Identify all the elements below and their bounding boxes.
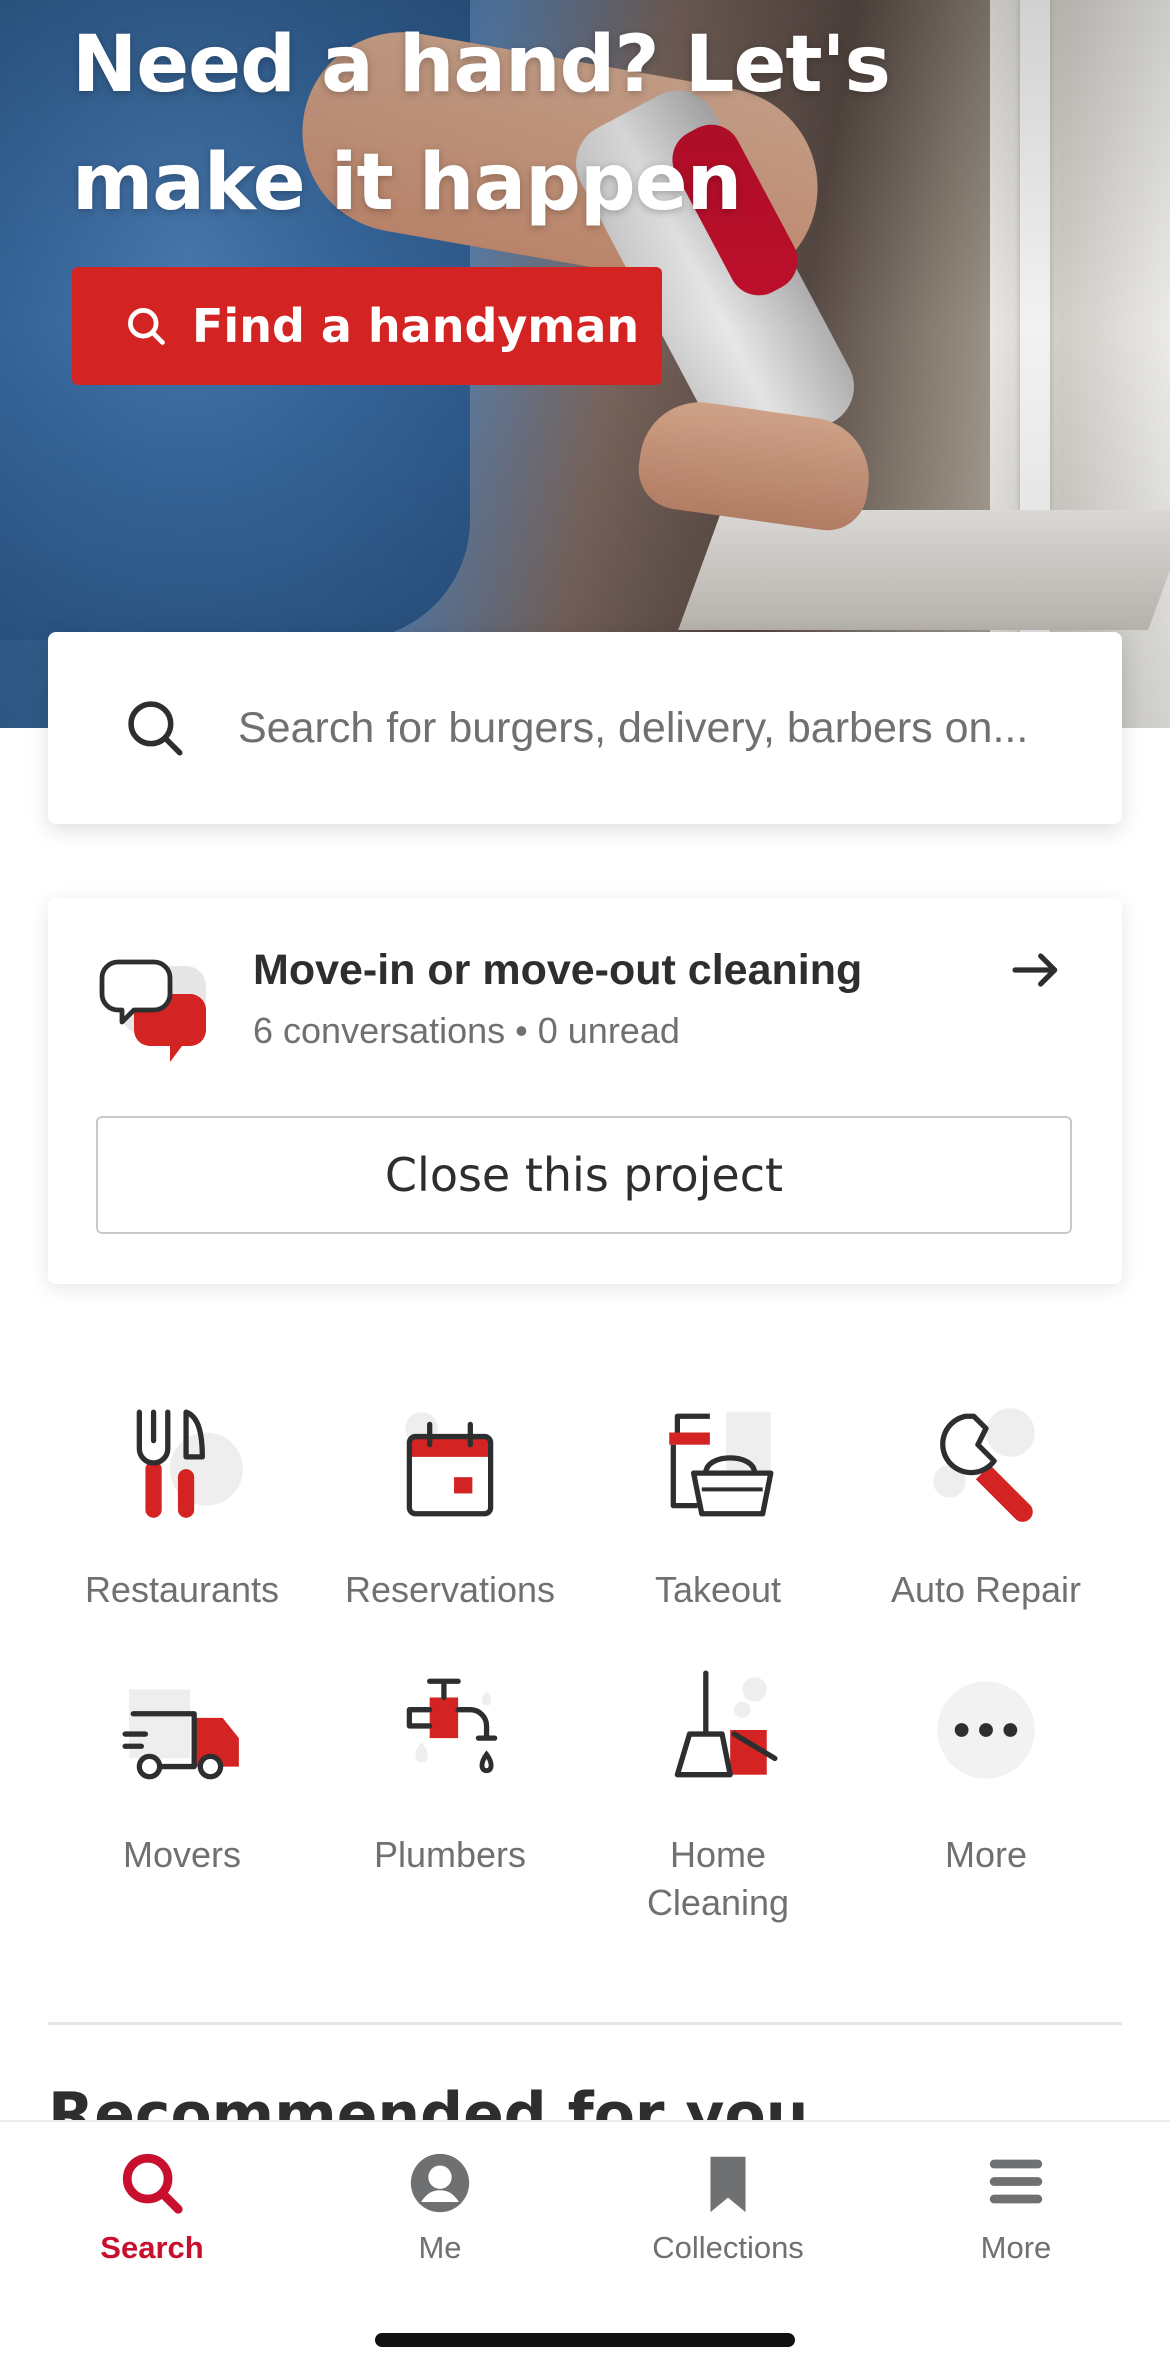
more-dots-icon: [937, 1681, 1035, 1779]
tab-more[interactable]: More: [886, 2148, 1146, 2266]
project-conversation-count: 6 conversations • 0 unread: [253, 1010, 680, 1051]
search-icon: [122, 2153, 183, 2214]
project-card[interactable]: Move-in or move-out cleaning 6 conversat…: [48, 898, 1122, 1284]
find-handyman-label: Find a handyman: [192, 299, 640, 353]
home-indicator: [375, 2333, 795, 2347]
menu-icon: [989, 2159, 1043, 2204]
project-title: Move-in or move-out cleaning: [253, 946, 863, 994]
category-auto-repair[interactable]: Auto Repair: [852, 1400, 1120, 1614]
tab-label: Search: [100, 2230, 204, 2265]
hero-title: Need a hand? Let's make it happen: [72, 20, 891, 228]
wrench-icon: [933, 1408, 1035, 1522]
section-divider: [48, 2022, 1122, 2025]
tab-collections[interactable]: Collections: [598, 2148, 858, 2266]
truck-icon: [122, 1689, 239, 1780]
category-restaurants[interactable]: Restaurants: [48, 1400, 316, 1614]
category-label: Movers: [122, 1834, 242, 1875]
conversation-bubbles-icon: [99, 959, 206, 1062]
takeout-basket-icon: [669, 1412, 774, 1517]
category-label: Home Cleaning: [646, 1834, 790, 1923]
tab-label: More: [980, 2230, 1052, 2265]
category-more[interactable]: More: [852, 1665, 1120, 1879]
category-label: Reservations: [344, 1569, 556, 1610]
faucet-icon: [406, 1678, 498, 1774]
close-project-button[interactable]: Close this project: [96, 1116, 1072, 1234]
calendar-icon: [405, 1412, 494, 1517]
find-handyman-button[interactable]: Find a handyman: [72, 267, 662, 385]
arrow-right-icon[interactable]: [1008, 942, 1064, 998]
category-label: Auto Repair: [890, 1569, 1082, 1610]
category-movers[interactable]: Movers: [48, 1665, 316, 1879]
profile-icon: [410, 2153, 470, 2213]
bookmark-icon: [710, 2156, 746, 2213]
category-plumbers[interactable]: Plumbers: [316, 1665, 584, 1879]
fork-knife-icon: [136, 1409, 243, 1518]
tab-label: Me: [418, 2230, 462, 2265]
category-home-cleaning[interactable]: Home Cleaning: [584, 1665, 852, 1927]
search-icon: [128, 308, 165, 345]
broom-icon: [674, 1670, 778, 1778]
category-label: Takeout: [654, 1569, 782, 1610]
search-bar[interactable]: [48, 632, 1122, 824]
category-label: Restaurants: [84, 1569, 280, 1610]
category-label: More: [944, 1834, 1028, 1875]
category-takeout[interactable]: Takeout: [584, 1400, 852, 1614]
tab-search[interactable]: Search: [22, 2148, 282, 2266]
category-reservations[interactable]: Reservations: [316, 1400, 584, 1614]
tab-me[interactable]: Me: [310, 2148, 570, 2266]
tab-label: Collections: [652, 2230, 804, 2265]
search-input[interactable]: [238, 703, 1058, 753]
hero-banner: Need a hand? Let's make it happen Find a…: [0, 0, 1170, 728]
category-label: Plumbers: [373, 1834, 527, 1875]
search-icon: [128, 701, 183, 756]
